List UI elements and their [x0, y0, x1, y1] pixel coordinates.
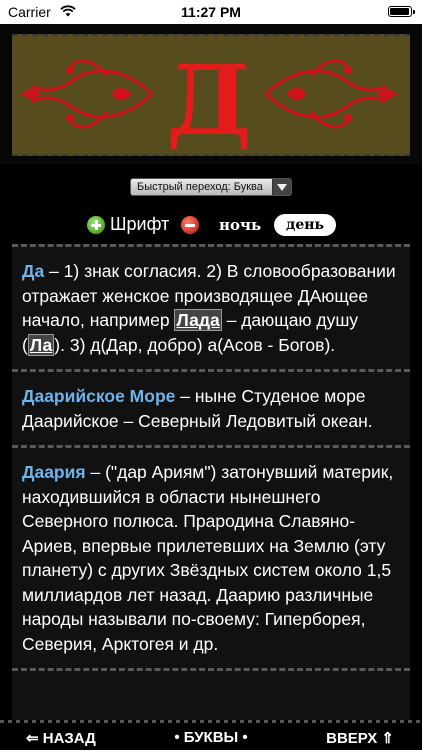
font-decrease-button[interactable] [181, 216, 199, 234]
quick-jump-label: Быстрый переход: Буква [137, 181, 263, 193]
font-increase-button[interactable] [87, 216, 105, 234]
entry-text: ). 3) д(Дар, добро) а(Асов - Богов). [54, 334, 336, 355]
controls-panel: Быстрый переход: Буква Шрифт ночь день [12, 164, 410, 244]
status-bar: Carrier 11:27 PM [0, 0, 422, 24]
header-letter: Д [166, 44, 251, 154]
night-mode-button[interactable]: ночь [219, 216, 261, 234]
status-time: 11:27 PM [181, 4, 241, 20]
entry-term[interactable]: Даарийское Море [22, 386, 175, 406]
entries-list[interactable]: Да – 1) знак согласия. 2) В словообразов… [12, 244, 410, 720]
entry-link[interactable]: Лада [174, 309, 222, 331]
list-item: Даарийское Море – ныне Студеное море Даа… [12, 372, 410, 448]
list-item: Даария – ("дар Ариям") затонувший матери… [12, 448, 410, 671]
letter-banner: Д [12, 34, 410, 156]
entry-text: – ("дар Ариям") затонувший материк, нахо… [22, 462, 394, 654]
entry-term[interactable]: Даария [22, 462, 86, 482]
list-item: Да – 1) знак согласия. 2) В словообразов… [12, 244, 410, 372]
entry-link[interactable]: Ла [27, 333, 55, 356]
battery-icon [388, 6, 415, 17]
day-mode-button[interactable]: день [274, 214, 336, 236]
font-label: Шрифт [110, 214, 170, 234]
ornament-icon: Д [20, 44, 398, 154]
entry-term[interactable]: Да [22, 261, 44, 281]
scroll-up-button[interactable]: ВВЕРХ ⇑ [326, 729, 394, 747]
bottom-nav: ⇐ НАЗАД • БУКВЫ • ВВЕРХ ⇑ [0, 720, 422, 750]
letter-header: Д [0, 24, 422, 164]
chevron-down-icon [272, 179, 291, 195]
quick-jump-select[interactable]: Быстрый переход: Буква [130, 178, 292, 196]
